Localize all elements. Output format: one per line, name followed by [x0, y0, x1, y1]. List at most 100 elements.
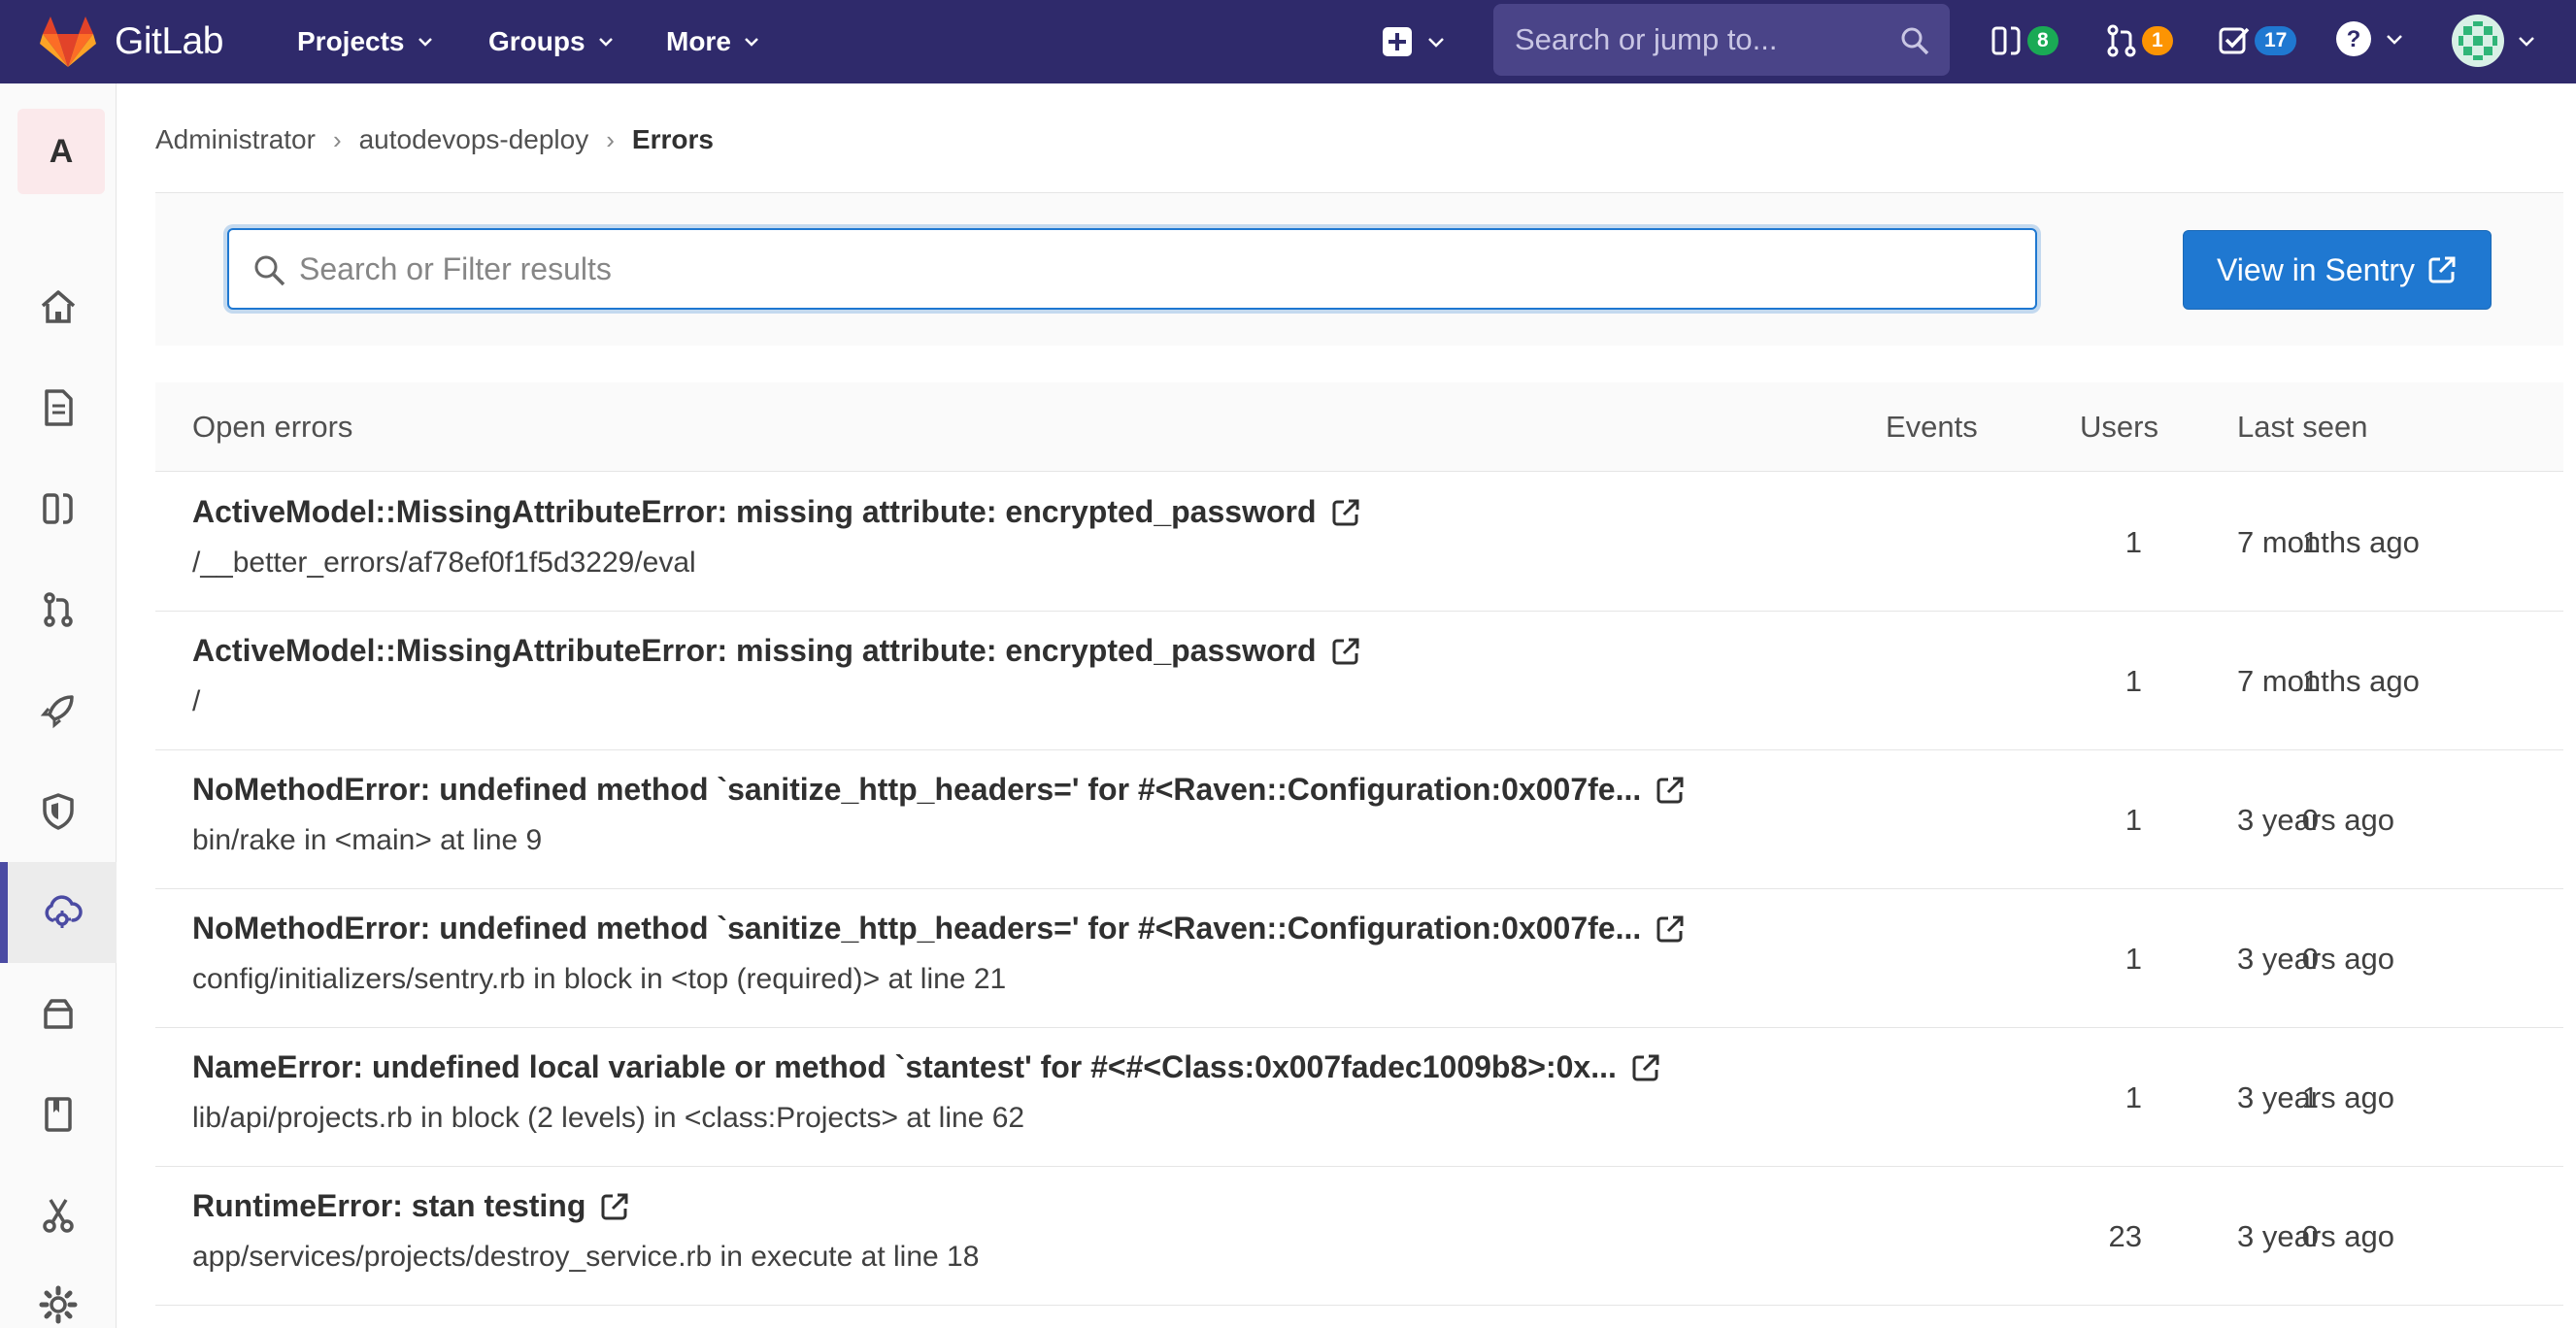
table-row[interactable]: ActiveModel::MissingAttributeError: miss…	[155, 473, 2563, 612]
groups-menu-label: Groups	[488, 26, 585, 56]
merge-requests-count-badge: 1	[2142, 26, 2173, 55]
sidebar-item-repository[interactable]	[0, 357, 117, 458]
error-title-link[interactable]: ActiveModel::MissingAttributeError: miss…	[192, 633, 1361, 669]
error-title-link[interactable]: NameError: undefined local variable or m…	[192, 1049, 1661, 1085]
issues-icon	[1991, 26, 2021, 55]
issues-link[interactable]: 8	[1991, 17, 2058, 64]
merge-request-icon	[44, 592, 73, 627]
svg-text:?: ?	[2347, 26, 2361, 52]
error-last-seen: 3 years ago	[2237, 802, 2394, 837]
user-menu[interactable]	[2451, 14, 2538, 68]
breadcrumb-current[interactable]: Errors	[632, 124, 714, 155]
error-title: NoMethodError: undefined method `sanitiz…	[192, 911, 1642, 946]
issues-count-badge: 8	[2027, 26, 2058, 55]
more-menu-label: More	[666, 26, 731, 56]
gitlab-logo-icon	[40, 17, 96, 67]
error-title-link[interactable]: NoMethodError: undefined method `sanitiz…	[192, 911, 1686, 946]
error-title: RuntimeError: stan testing	[192, 1188, 586, 1223]
error-title-link[interactable]: RuntimeError: stan testing	[192, 1188, 630, 1224]
new-item-dropdown[interactable]	[1381, 21, 1447, 62]
sidebar-item-settings[interactable]	[0, 1254, 117, 1328]
error-search-placeholder: Search or Filter results	[299, 250, 612, 286]
sidebar-item-security[interactable]	[0, 761, 117, 862]
merge-requests-link[interactable]: 1	[2105, 17, 2173, 64]
sidebar-item-snippets[interactable]	[0, 1165, 117, 1266]
plus-square-icon	[1383, 27, 1412, 56]
chevron-down-icon	[598, 38, 613, 47]
errors-table-header: Open errors Events Users Last seen	[155, 382, 2563, 472]
more-menu[interactable]: More	[666, 0, 760, 83]
project-avatar[interactable]: A	[17, 109, 105, 194]
shield-icon	[43, 793, 74, 830]
table-row[interactable]: RuntimeError: stan testing app/services/…	[155, 1167, 2563, 1306]
error-last-seen: 3 years ago	[2237, 941, 2394, 976]
external-link-icon	[2428, 256, 2456, 283]
user-avatar-icon	[2452, 15, 2504, 67]
home-icon	[41, 290, 76, 323]
view-in-sentry-button[interactable]: View in Sentry	[2183, 230, 2492, 310]
chevron-down-icon	[745, 38, 758, 47]
error-culprit: bin/rake in <main> at line 9	[192, 824, 543, 856]
error-last-seen: 3 years ago	[2237, 1079, 2394, 1114]
merge-request-icon	[2107, 24, 2136, 57]
error-last-seen: 7 months ago	[2237, 663, 2420, 698]
header-open-errors[interactable]: Open errors	[192, 382, 352, 471]
todos-link[interactable]: 17	[2218, 17, 2297, 64]
help-dropdown[interactable]: ?	[2334, 19, 2406, 58]
breadcrumb-item-administrator[interactable]: Administrator	[155, 124, 316, 155]
error-title-link[interactable]: NoMethodError: undefined method `sanitiz…	[192, 772, 1686, 808]
external-link-icon	[1332, 638, 1358, 664]
table-row[interactable]: NoMethodError: undefined method `sanitiz…	[155, 889, 2563, 1028]
todos-count-badge: 17	[2255, 26, 2297, 55]
todo-checkbox-icon	[2219, 27, 2250, 54]
search-placeholder: Search or jump to...	[1515, 22, 1778, 56]
sidebar-item-wiki[interactable]	[0, 1064, 117, 1165]
error-culprit: /__better_errors/af78ef0f1f5d3229/eval	[192, 547, 696, 579]
error-culprit: /	[192, 685, 201, 717]
sidebar-item-merge-requests[interactable]	[0, 559, 117, 660]
top-navbar: GitLab Projects Groups More Search or ju…	[0, 0, 2576, 83]
error-title: ActiveModel::MissingAttributeError: miss…	[192, 633, 1317, 668]
header-last-seen[interactable]: Last seen	[2237, 382, 2367, 471]
table-row[interactable]: NameError: undefined local variable or m…	[155, 1028, 2563, 1167]
package-icon	[44, 999, 73, 1029]
table-row[interactable]: NoMethodError: undefined method `sanitiz…	[155, 750, 2563, 889]
chevron-down-icon	[1428, 38, 1444, 48]
header-events[interactable]: Events	[1886, 382, 1978, 471]
gitlab-home-link[interactable]: GitLab	[39, 0, 223, 83]
external-link-icon	[1632, 1054, 1659, 1080]
sidebar-item-packages[interactable]	[0, 963, 117, 1064]
external-link-icon	[1656, 915, 1684, 942]
error-culprit: config/initializers/sentry.rb in block i…	[192, 963, 1007, 995]
projects-menu[interactable]: Projects	[297, 0, 434, 83]
rocket-icon	[40, 695, 74, 729]
header-users[interactable]: Users	[2080, 382, 2158, 471]
projects-menu-label: Projects	[297, 26, 405, 56]
external-link-icon	[1656, 777, 1684, 803]
table-row[interactable]: ActiveModel::MissingAttributeError: miss…	[155, 612, 2563, 750]
error-search-input[interactable]: Search or Filter results	[227, 228, 2037, 310]
error-culprit: app/services/projects/destroy_service.rb…	[192, 1241, 980, 1273]
cloud-gear-icon	[45, 895, 83, 928]
sidebar-item-project-overview[interactable]	[0, 256, 117, 357]
breadcrumb-separator-icon: ›	[332, 124, 342, 154]
view-in-sentry-label: View in Sentry	[2217, 251, 2415, 287]
breadcrumb-item-project[interactable]: autodevops-deploy	[359, 124, 589, 155]
chevron-down-icon	[418, 38, 432, 47]
sidebar-item-ci-cd[interactable]	[0, 660, 117, 761]
global-search-input[interactable]: Search or jump to...	[1493, 4, 1950, 76]
search-icon	[254, 255, 285, 286]
snippets-scissors-icon	[43, 1199, 74, 1233]
error-title-link[interactable]: ActiveModel::MissingAttributeError: miss…	[192, 494, 1361, 530]
settings-gear-icon	[39, 1285, 78, 1324]
breadcrumb: Administrator › autodevops-deploy › Erro…	[155, 122, 714, 157]
external-link-icon	[1332, 499, 1358, 525]
groups-menu[interactable]: Groups	[488, 0, 615, 83]
sidebar-item-operations[interactable]	[0, 862, 117, 963]
sidebar-item-issues[interactable]	[0, 458, 117, 559]
chevron-down-icon	[2387, 35, 2402, 45]
project-sidebar: A	[0, 83, 117, 1328]
book-icon	[45, 1097, 72, 1132]
repository-icon	[45, 389, 73, 426]
error-last-seen: 7 months ago	[2237, 524, 2420, 559]
